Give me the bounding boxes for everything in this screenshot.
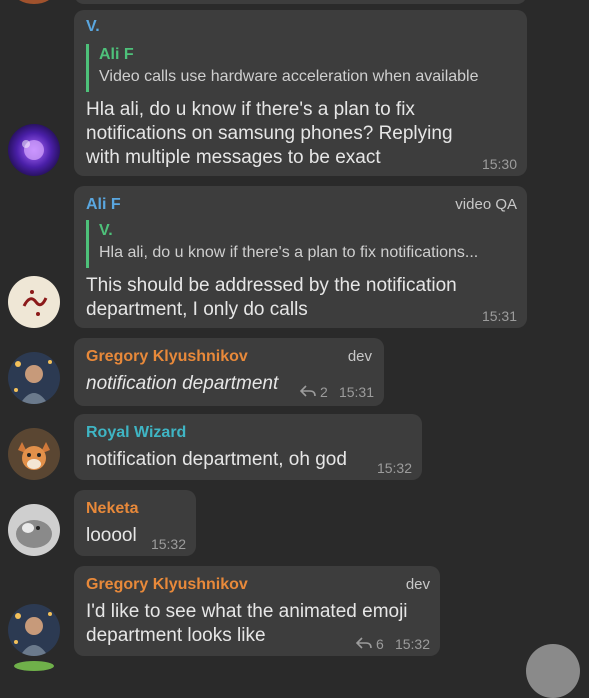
avatar-royal-wizard[interactable] — [8, 428, 60, 480]
quote-text: Hla ali, do u know if there's a plan to … — [99, 244, 479, 261]
avatar-gregory-klyushnikov[interactable] — [8, 604, 60, 656]
message-text-line: notification department — [86, 373, 279, 394]
sender-name[interactable]: V. — [86, 18, 100, 36]
message-bubble[interactable]: Gregory Klyushnikov dev I'd like to see … — [74, 566, 440, 656]
reply-quote[interactable]: Ali F Video calls use hardware accelerat… — [86, 44, 516, 92]
message-bubble[interactable]: Royal Wizard notification department, oh… — [74, 414, 422, 480]
reply-arrow-icon[interactable] — [355, 636, 372, 650]
sender-name[interactable]: Ali F — [86, 196, 121, 214]
message-bubble[interactable]: V. Ali F Video calls use hardware accele… — [74, 10, 527, 176]
message-bubble[interactable]: Ali F video QA V. Hla ali, do u know if … — [74, 186, 527, 328]
previous-avatar — [14, 0, 54, 4]
sender-rank: dev — [405, 576, 430, 593]
scroll-down-button[interactable] — [526, 644, 580, 698]
previous-message-bubble — [74, 0, 527, 4]
sender-name[interactable]: Royal Wizard — [86, 424, 186, 442]
message-text-line: department looks like — [86, 625, 266, 646]
quote-sender: Ali F — [99, 46, 134, 63]
message-text-line: looool — [86, 525, 137, 546]
message-text-line: notification department, oh god — [86, 449, 347, 470]
quote-sender: V. — [99, 222, 113, 239]
message-time: 15:31 — [481, 308, 517, 324]
avatar-v[interactable] — [8, 124, 60, 176]
avatar-neketa[interactable] — [8, 504, 60, 556]
next-avatar — [14, 661, 54, 671]
message-time: 15:32 — [376, 460, 412, 476]
message-time: 15:32 — [394, 636, 430, 652]
message-text-line: I'd like to see what the animated emoji — [86, 601, 408, 622]
message-time: 15:32 — [150, 536, 186, 552]
message-text-line: Hla ali, do u know if there's a plan to … — [86, 99, 415, 120]
sender-name[interactable]: Gregory Klyushnikov — [86, 576, 248, 594]
message-time: 15:31 — [338, 384, 374, 400]
message-text-line: department, I only do calls — [86, 299, 308, 320]
avatar-gregory-klyushnikov[interactable] — [8, 352, 60, 404]
quote-text: Video calls use hardware acceleration wh… — [99, 68, 479, 85]
message-time: 15:30 — [481, 156, 517, 172]
reply-quote[interactable]: V. Hla ali, do u know if there's a plan … — [86, 220, 516, 268]
reply-arrow-icon[interactable] — [299, 384, 316, 398]
message-bubble[interactable]: Neketa looool 15:32 — [74, 490, 196, 556]
sender-name[interactable]: Gregory Klyushnikov — [86, 348, 248, 366]
message-text-line: notifications on samsung phones? Replyin… — [86, 123, 453, 144]
message-text-line: with multiple messages to be exact — [86, 147, 381, 168]
reply-count[interactable]: 6 — [376, 636, 384, 652]
message-text-line: This should be addressed by the notifica… — [86, 275, 457, 296]
sender-rank: dev — [347, 348, 372, 365]
avatar-ali-f[interactable] — [8, 276, 60, 328]
message-bubble[interactable]: Gregory Klyushnikov dev notification dep… — [74, 338, 384, 406]
reply-count[interactable]: 2 — [320, 384, 328, 400]
sender-rank: video QA — [455, 196, 517, 213]
sender-name[interactable]: Neketa — [86, 500, 138, 518]
